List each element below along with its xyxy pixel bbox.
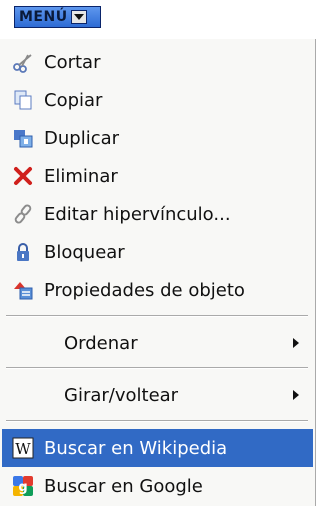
link-chain-icon [2,195,44,233]
scissors-icon [2,43,44,81]
svg-text:g: g [18,480,27,495]
padlock-icon [2,233,44,271]
menu-button-label: MENÚ [19,9,68,25]
menu-item-ordenar[interactable]: Ordenar [2,324,313,362]
menu-item-label: Girar/voltear [64,384,179,406]
menu-item-buscar-en-wikipedia[interactable]: W Buscar en Wikipedia [2,429,313,467]
menu-item-copiar[interactable]: Copiar [2,81,313,119]
menu-item-buscar-en-google[interactable]: g Buscar en Google [2,467,313,505]
menu-item-label: Copiar [44,89,103,111]
menu-item-label: Editar hipervínculo... [44,203,231,225]
submenu-arrow-icon [293,390,299,400]
svg-text:W: W [15,440,31,458]
menu-item-label: Buscar en Wikipedia [44,437,228,459]
menu-item-cortar[interactable]: Cortar [2,43,313,81]
menu-item-label: Bloquear [44,241,125,263]
menu-item-eliminar[interactable]: Eliminar [2,157,313,195]
submenu-arrow-icon [293,338,299,348]
duplicate-icon [2,119,44,157]
separator [6,420,308,422]
copy-icon [2,81,44,119]
context-menu: Cortar Copiar Duplicar Eliminar Editar h… [0,39,316,506]
menu-item-bloquear[interactable]: Bloquear [2,233,313,271]
separator [6,315,308,317]
menu-button[interactable]: MENÚ [14,6,101,28]
menu-item-label: Eliminar [44,165,118,187]
google-icon: g [2,467,44,505]
wikipedia-icon: W [2,429,44,467]
menu-item-duplicar[interactable]: Duplicar [2,119,313,157]
menu-item-girar-voltear[interactable]: Girar/voltear [2,376,313,414]
chevron-down-icon[interactable] [70,10,87,24]
menu-item-label: Propiedades de objeto [44,279,245,301]
menu-item-label: Duplicar [44,127,120,149]
menu-item-propiedades-de-objeto[interactable]: Propiedades de objeto [2,271,313,309]
menu-item-label: Cortar [44,51,101,73]
separator [6,367,308,369]
menu-item-editar-hipervinculo[interactable]: Editar hipervínculo... [2,195,313,233]
menu-item-label: Ordenar [64,332,138,354]
object-properties-icon [2,271,44,309]
menu-item-label: Buscar en Google [44,475,203,497]
delete-x-icon [2,157,44,195]
